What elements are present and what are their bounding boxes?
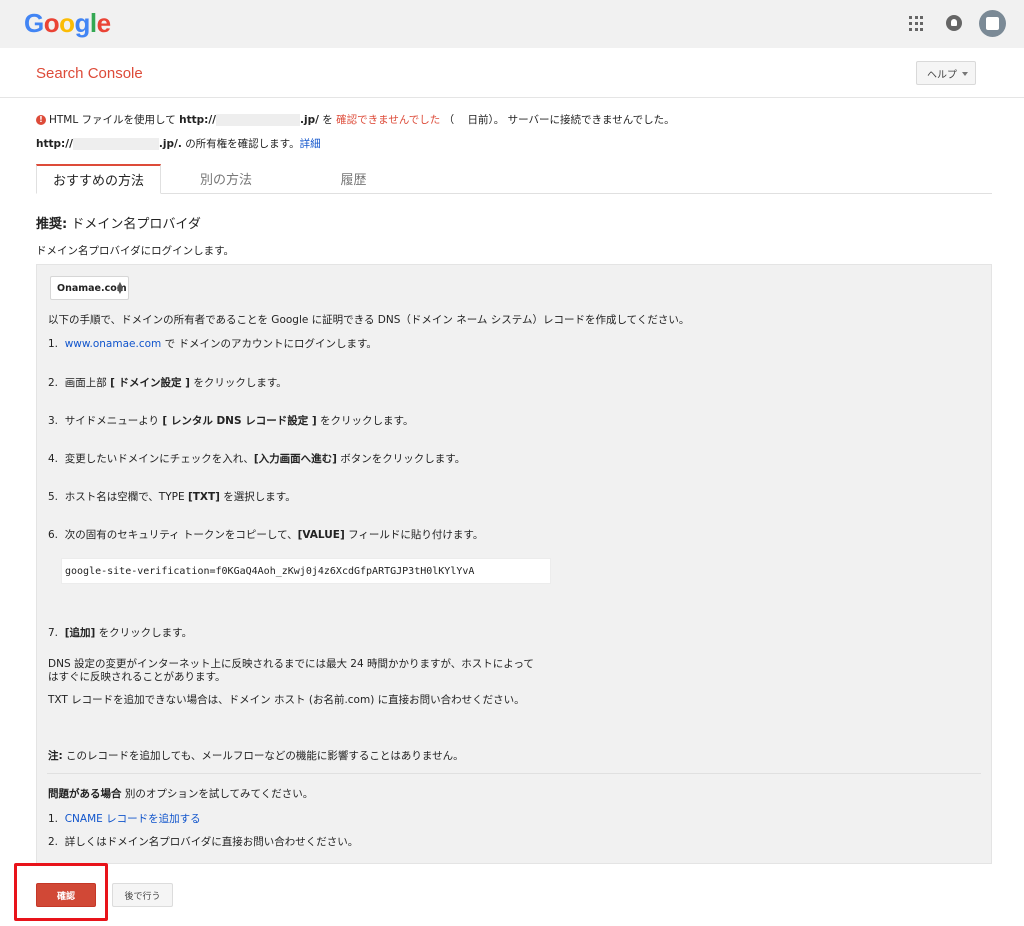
step-number: 5. [48,491,59,503]
logo-letter: e [96,8,111,38]
step-bold: [入力画面へ進む] [253,453,337,465]
step-text: ボタンをクリックします。 [336,453,466,465]
step-text: サイドメニューより [64,415,163,427]
problem-label: 問題がある場合 [48,788,122,800]
site-url-prefix: http:// [179,113,216,126]
step-text: をクリックします。 [189,377,287,389]
step-number: 3. [48,415,59,427]
section-title: 推奨: ドメイン名プロバイダ [36,213,201,232]
step-7: 7. [追加] をクリックします。 [48,625,192,640]
step-text: 次の固有のセキュリティ トークンをコピーして、 [64,529,298,541]
verification-token-field[interactable]: google-site-verification=f0KGaQ4Aoh_zKwj… [61,558,551,584]
step-text: をクリックします。 [316,415,414,427]
txt-note: TXT レコードを追加できない場合は、ドメイン ホスト (お名前.com) に直… [48,694,525,706]
onamae-link[interactable]: www.onamae.com [65,338,162,350]
paren-open: （ [443,114,455,126]
msg-particle: を [322,114,333,126]
details-link[interactable]: 詳細 [300,136,321,151]
apps-grid-icon[interactable] [909,16,924,31]
ownership-text: の所有権を確認します。 [185,138,300,150]
step-number: 6. [48,529,59,541]
panel-divider [47,773,981,774]
problem-rest: 別のオプションを試してみてください。 [121,788,314,800]
step-bold: [追加] [64,627,96,639]
app-title[interactable]: Search Console [36,65,143,82]
logo-letter: o [59,8,75,38]
step-number: 2. [48,377,59,389]
step-text: 変更したいドメインにチェックを入れ、 [64,453,254,465]
cname-record-link[interactable]: CNAME レコードを追加する [65,813,201,825]
logo-letter: G [24,8,44,38]
step-text: フィールドに貼り付けます。 [344,529,484,541]
step-number: 1. [48,813,59,825]
top-bar: Google [0,0,1024,48]
step-number: 2. [48,836,59,848]
tab-history[interactable]: 履歴 [291,164,416,193]
alt-option-1: 1. CNAME レコードを追加する [48,811,201,826]
status-text: 確認できませんでした [336,114,441,126]
site-url-prefix: http:// [36,137,73,150]
ownership-message: http:// .jp/. の所有権を確認します。 詳細 [36,136,321,151]
step-bold: [TXT] [187,491,220,503]
section-title-bold: 推奨: [36,217,68,232]
method-tabs: おすすめの方法 別の方法 履歴 [36,164,992,194]
note-label: 注: [48,750,63,762]
caret-down-icon [962,72,968,76]
dns-note-line2: はすぐに反映されることがあります。 [48,671,226,683]
notifications-icon[interactable] [946,15,962,31]
step-number: 7. [48,627,59,639]
step-6: 6. 次の固有のセキュリティ トークンをコピーして、[VALUE] フィールドに… [48,527,483,542]
highlight-box [14,863,108,921]
server-error: サーバーに接続できませんでした。 [507,114,675,126]
account-avatar-icon[interactable] [979,10,1006,37]
intro-text: 以下の手順で、ドメインの所有者であることを Google に証明できる DNS（… [48,314,690,326]
help-label: ヘルプ [927,69,957,81]
logo-letter: o [43,8,60,38]
step-text: を選択します。 [219,491,296,503]
error-icon: ! [36,114,46,125]
step-5: 5. ホスト名は空欄で、TYPE [TXT] を選択します。 [48,489,296,504]
step-number: 4. [48,453,59,465]
step-text: ホスト名は空欄で、TYPE [64,491,188,503]
step-text: で ドメインのアカウントにログインします。 [161,338,377,350]
do-later-button[interactable]: 後で行う [112,883,173,907]
step-bold: [ レンタル DNS レコード設定 ] [162,415,317,427]
site-url-suffix: .jp/. [158,137,182,150]
step-bold: [VALUE] [297,529,345,541]
alt-option-text: 詳しくはドメイン名プロバイダに直接お問い合わせください。 [64,836,359,848]
tab-alternate[interactable]: 別の方法 [161,164,291,193]
google-logo[interactable]: Google [24,8,111,39]
help-dropdown-button[interactable]: ヘルプ [916,61,976,85]
note-text: このレコードを追加しても、メールフローなどの機能に影響することはありません。 [62,750,464,762]
step-4: 4. 変更したいドメインにチェックを入れ、[入力画面へ進む] ボタンをクリックし… [48,451,465,466]
step-2: 2. 画面上部 [ ドメイン設定 ] をクリックします。 [48,375,287,390]
msg-prefix: HTML ファイルを使用して [49,114,176,126]
step-3: 3. サイドメニューより [ レンタル DNS レコード設定 ] をクリックしま… [48,413,413,428]
step-number: 1. [48,338,59,350]
header-divider [0,97,1024,98]
step-1: 1. www.onamae.com で ドメインのアカウントにログインします。 [48,336,377,351]
logo-letter: l [89,8,97,38]
problem-text: 問題がある場合 別のオプションを試してみてください。 [48,786,313,801]
days-ago: 日前）。 [467,114,505,126]
section-subtitle: ドメイン名プロバイダにログインします。 [36,245,235,257]
site-url-suffix: .jp/ [300,113,319,126]
provider-select[interactable]: Onamae.com ▲ ▼ [50,276,129,300]
redacted-domain [216,113,300,126]
logo-letter: g [74,8,91,38]
step-bold: [ ドメイン設定 ] [110,377,190,389]
select-arrows-icon: ▲ ▼ [116,280,123,295]
tab-recommended[interactable]: おすすめの方法 [36,164,161,194]
alt-option-2: 2. 詳しくはドメイン名プロバイダに直接お問い合わせください。 [48,834,358,849]
instructions-panel: Onamae.com ▲ ▼ 以下の手順で、ドメインの所有者であることを Goog… [36,264,992,864]
record-note: 注: このレコードを追加しても、メールフローなどの機能に影響することはありません… [48,748,464,763]
step-text: 画面上部 [64,377,111,389]
step-text: をクリックします。 [95,627,193,639]
section-title-rest: ドメイン名プロバイダ [67,217,201,232]
redacted-domain [72,137,159,150]
verification-error-message: ! HTML ファイルを使用して http:// .jp/ を 確認できませんでし… [36,112,675,127]
